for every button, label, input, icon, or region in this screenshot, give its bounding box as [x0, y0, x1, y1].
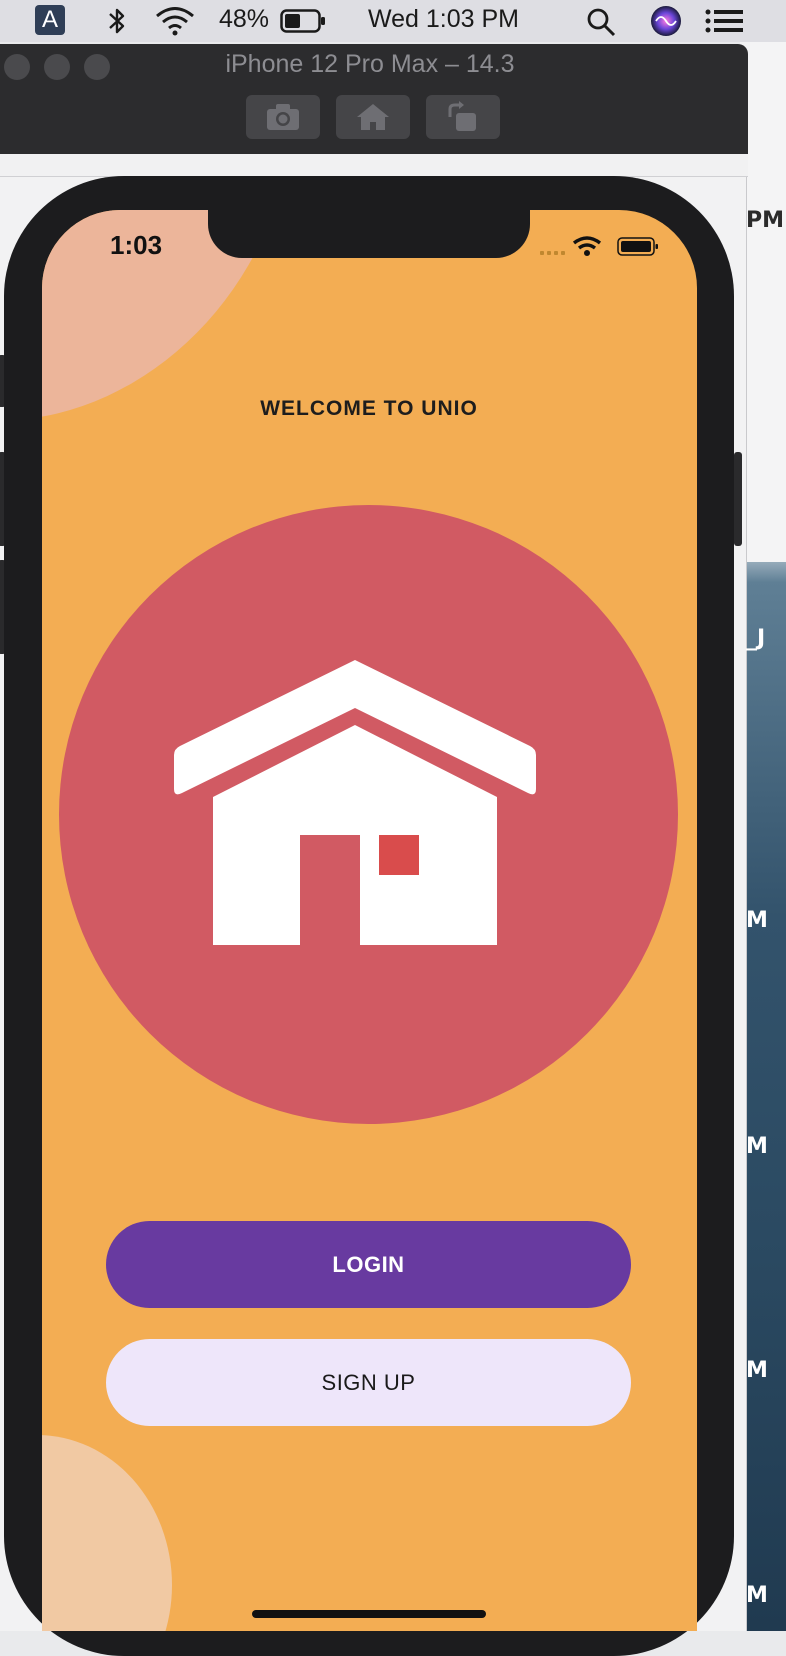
- login-button[interactable]: LOGIN: [106, 1221, 631, 1308]
- simulator-title: iPhone 12 Pro Max – 14.3: [225, 50, 515, 78]
- background-label: M: [746, 1134, 768, 1159]
- bluetooth-icon[interactable]: [104, 6, 130, 41]
- input-source-icon[interactable]: A: [35, 5, 65, 35]
- app-logo: [59, 505, 678, 1124]
- status-bar-time: 1:03: [110, 230, 163, 260]
- spotlight-search-icon[interactable]: [586, 7, 616, 42]
- decorative-blob: [42, 1435, 172, 1631]
- siri-icon[interactable]: [650, 5, 682, 42]
- battery-icon[interactable]: [280, 9, 326, 38]
- window-close-button[interactable]: [4, 54, 30, 80]
- welcome-title: WELCOME TO UNIO: [260, 397, 478, 420]
- house-icon: [174, 660, 536, 945]
- menubar-clock[interactable]: Wed 1:03 PM: [368, 5, 519, 34]
- background-label: M: [746, 1358, 768, 1383]
- home-button[interactable]: [336, 95, 410, 139]
- battery-percent: 48%: [219, 5, 270, 33]
- rotate-button[interactable]: [426, 95, 500, 139]
- phone-notch: [208, 210, 530, 258]
- rotate-icon: [448, 101, 476, 131]
- wifi-icon: [572, 236, 602, 256]
- window-zoom-button[interactable]: [84, 54, 110, 80]
- cellular-signal-icon: [540, 251, 565, 255]
- xcode-toolbar-strip: [0, 154, 748, 177]
- home-icon: [357, 104, 389, 130]
- status-bar-indicators: [540, 234, 660, 263]
- home-indicator[interactable]: [252, 1610, 486, 1618]
- phone-power-button: [734, 452, 742, 546]
- battery-icon: [617, 237, 658, 256]
- menu-bar: A 48% Wed 1:03 PM: [0, 0, 786, 42]
- background-label: _J: [746, 626, 766, 651]
- signup-button[interactable]: SIGN UP: [106, 1339, 631, 1426]
- camera-icon: [267, 104, 299, 130]
- screenshot-button[interactable]: [246, 95, 320, 139]
- background-label: PM: [746, 208, 785, 233]
- background-label: M: [746, 908, 768, 933]
- notification-center-icon[interactable]: [705, 9, 743, 38]
- window-minimize-button[interactable]: [44, 54, 70, 80]
- background-label: M: [746, 1583, 768, 1608]
- wifi-icon[interactable]: [154, 5, 196, 42]
